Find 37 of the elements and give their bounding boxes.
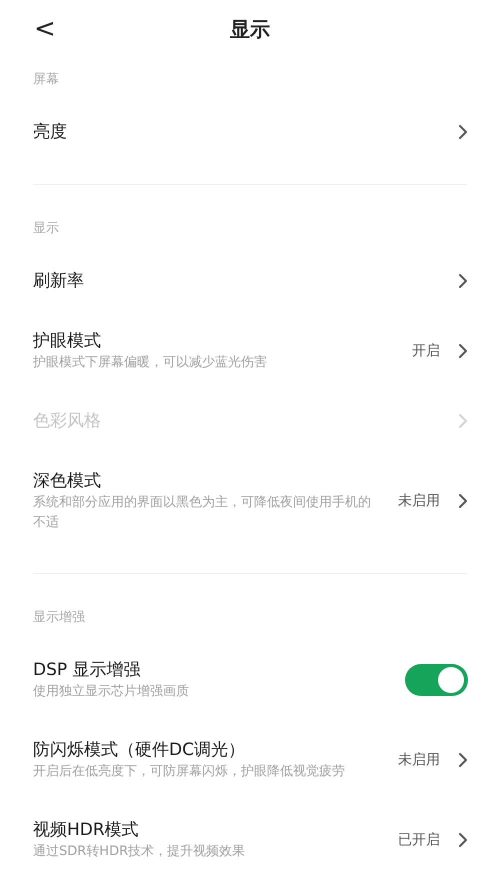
item-description: 护眼模式下屏幕偏暖，可以减少蓝光伤害	[33, 354, 268, 372]
settings-item[interactable]: 刷新率	[0, 251, 500, 311]
chevron-right-icon	[458, 832, 468, 848]
back-button[interactable]: <	[30, 12, 60, 46]
section-heading: 屏幕	[32, 71, 60, 89]
chevron-right-icon	[458, 124, 468, 140]
chevron-right-icon	[458, 413, 468, 429]
item-title: 刷新率	[33, 270, 85, 293]
chevron-right-icon	[458, 493, 468, 509]
item-title: 色彩风格	[33, 410, 102, 433]
item-value: 开启	[412, 342, 440, 360]
item-title: 视频HDR模式	[33, 819, 140, 842]
settings-item[interactable]: 护眼模式 护眼模式下屏幕偏暖，可以减少蓝光伤害 开启	[0, 311, 500, 391]
settings-item[interactable]: 亮度	[0, 102, 500, 162]
item-description: 通过SDR转HDR技术，提升视频效果	[33, 843, 246, 861]
toggle-switch[interactable]	[405, 664, 468, 696]
chevron-right-icon	[458, 752, 468, 768]
item-title: 防闪烁模式（硬件DC调光）	[33, 739, 246, 762]
item-title: 亮度	[33, 121, 68, 144]
item-title: 护眼模式	[33, 330, 102, 353]
settings-item[interactable]: DSP 显示增强 使用独立显示芯片增强画质	[0, 640, 500, 720]
settings-item[interactable]: 深色模式 系统和部分应用的界面以黑色为主，可降低夜间使用手机的不适 未启用	[0, 451, 500, 551]
item-value: 未启用	[398, 750, 440, 770]
item-value: 已开启	[398, 830, 440, 850]
item-value: 未启用	[398, 492, 440, 510]
item-description: 系统和部分应用的界面以黑色为主，可降低夜间使用手机的不适	[33, 494, 372, 532]
settings-item[interactable]: 防闪烁模式（硬件DC调光） 开启后在低亮度下，可防屏幕闪烁，护眼降低视觉疲劳 未启用	[0, 720, 500, 800]
section-heading: 显示	[32, 220, 60, 238]
item-description: 使用独立显示芯片增强画质	[33, 683, 190, 701]
item-title: DSP 显示增强	[33, 659, 142, 682]
chevron-right-icon	[458, 343, 468, 359]
chevron-right-icon	[458, 273, 468, 289]
section-heading: 显示增强	[32, 609, 86, 627]
item-title: 深色模式	[33, 470, 102, 493]
settings-item[interactable]: 视频HDR模式 通过SDR转HDR技术，提升视频效果 已开启	[0, 800, 500, 880]
page-title: 显示	[230, 16, 270, 43]
item-description: 开启后在低亮度下，可防屏幕闪烁，护眼降低视觉疲劳	[33, 763, 346, 781]
